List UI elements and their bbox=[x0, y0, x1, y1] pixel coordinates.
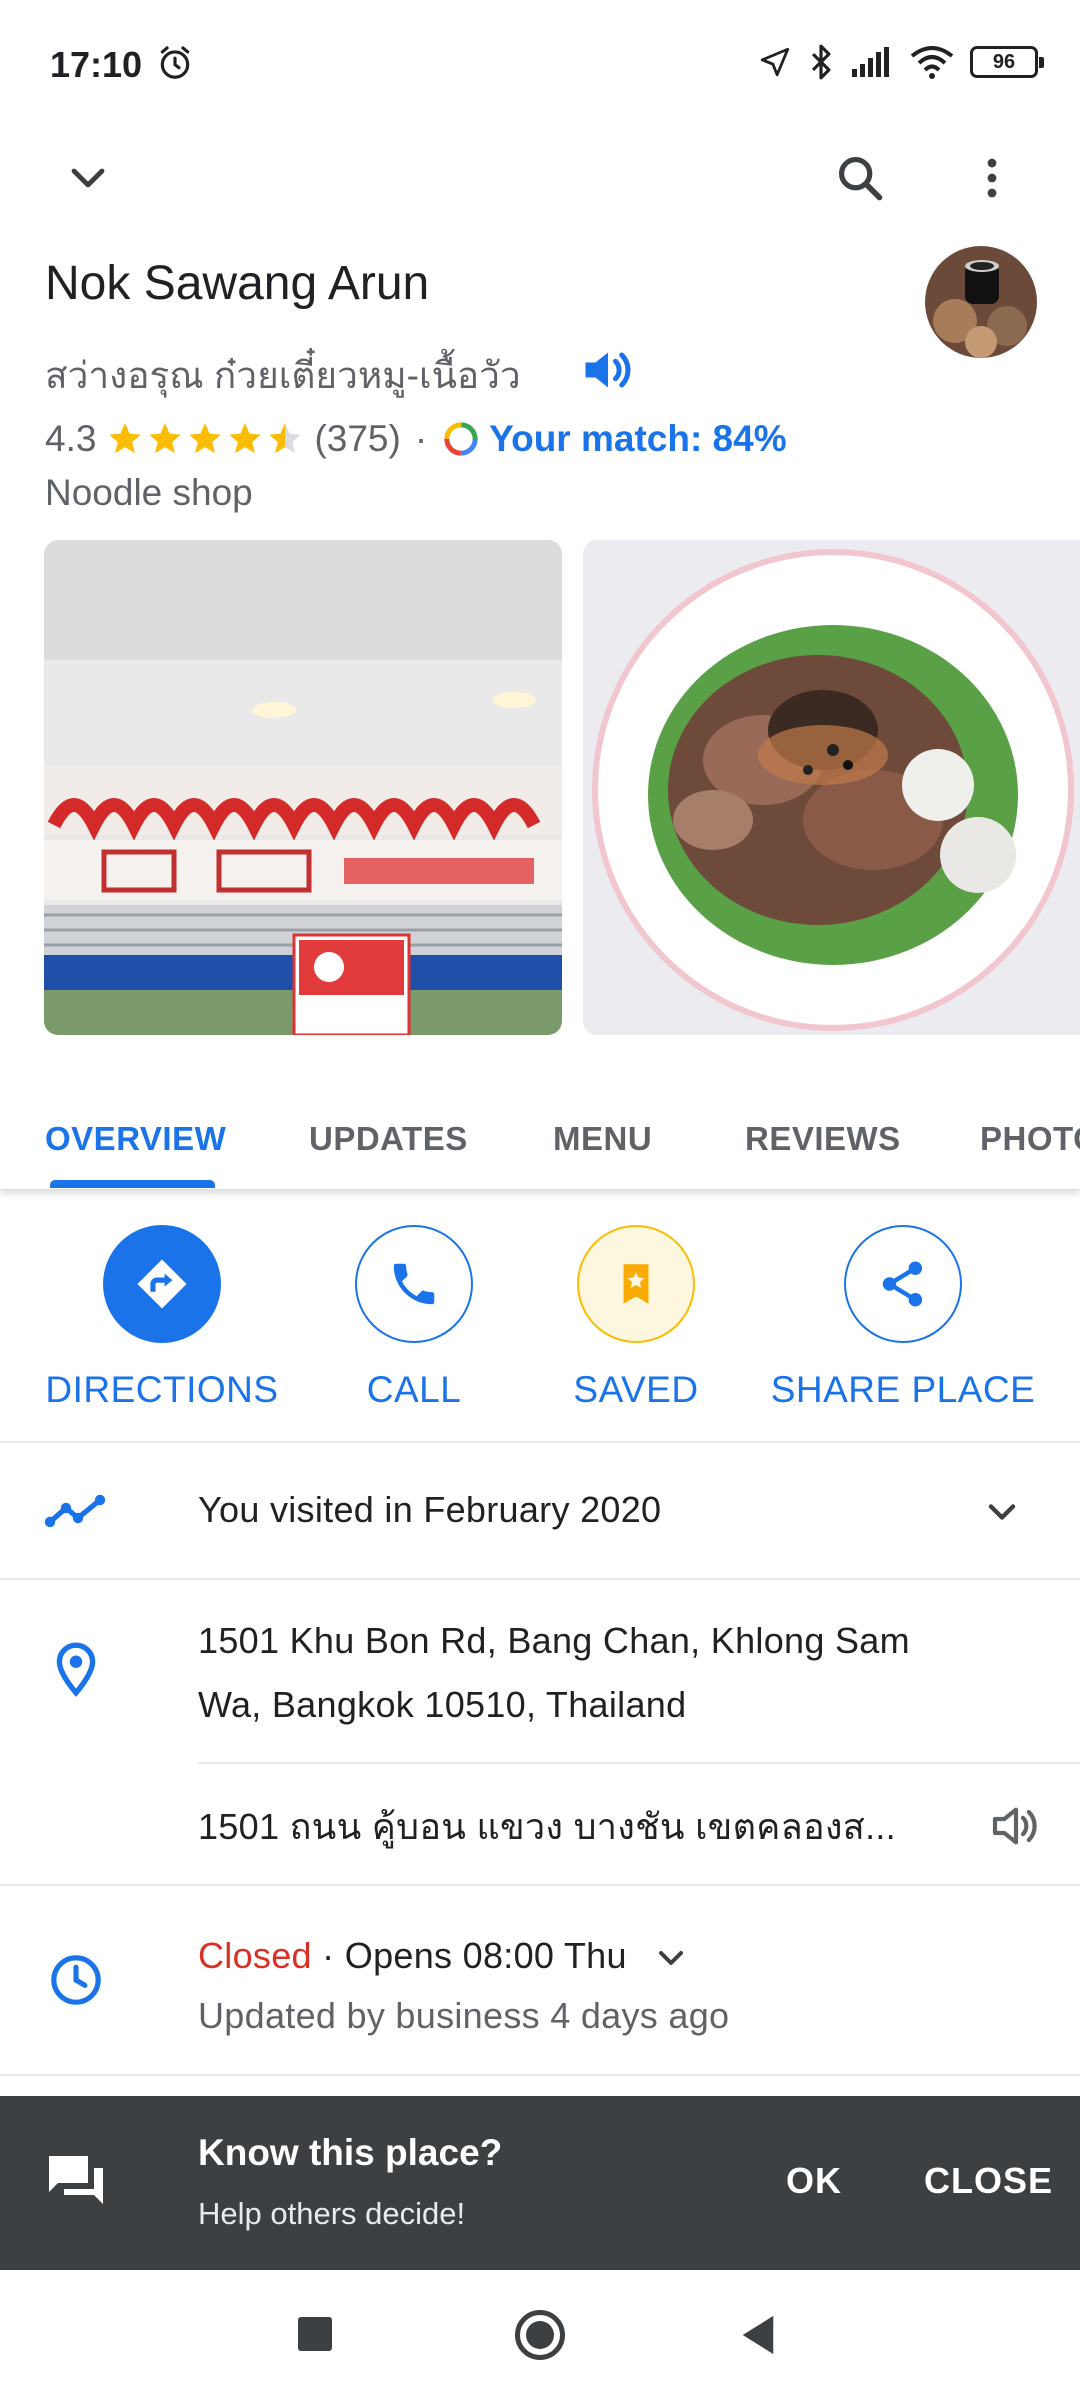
tab-reviews[interactable]: REVIEWS bbox=[745, 1120, 901, 1158]
more-vert-icon[interactable] bbox=[956, 142, 1028, 214]
place-title: Nok Sawang Arun bbox=[45, 257, 430, 310]
chevron-down-icon[interactable] bbox=[966, 1476, 1038, 1548]
divider bbox=[0, 1441, 1080, 1443]
wifi-icon bbox=[910, 46, 954, 79]
photo-noodle-bowl[interactable] bbox=[583, 540, 1080, 1035]
bluetooth-icon bbox=[811, 44, 831, 80]
rating-row: 4.3 (375) · Your match: 84% bbox=[45, 414, 787, 464]
divider bbox=[198, 1762, 1080, 1764]
directions-button[interactable]: DIRECTIONS bbox=[32, 1225, 292, 1411]
share-place-label: SHARE PLACE bbox=[770, 1369, 1036, 1410]
alarm-icon bbox=[160, 46, 190, 79]
star-icon bbox=[109, 423, 142, 454]
google-match-icon bbox=[444, 422, 478, 456]
know-this-place-snackbar: Know this place? Help others decide! OK … bbox=[0, 2096, 1080, 2270]
status-time: 17:10 bbox=[50, 44, 143, 85]
opens-time: · Opens 08:00 Thu bbox=[311, 1935, 627, 1976]
hours-updated: Updated by business 4 days ago bbox=[198, 1995, 730, 2036]
signal-icon bbox=[852, 47, 889, 77]
directions-icon bbox=[103, 1225, 221, 1343]
location-arrow-icon bbox=[760, 47, 790, 77]
star-icon bbox=[149, 423, 182, 454]
home-button[interactable] bbox=[515, 2310, 565, 2360]
close-button[interactable]: CLOSE bbox=[924, 2160, 1053, 2202]
battery-indicator: 96 bbox=[970, 46, 1044, 78]
speaker-icon[interactable] bbox=[578, 340, 638, 400]
review-count[interactable]: (375) bbox=[314, 418, 400, 460]
tab-bar: OVERVIEW UPDATES MENU REVIEWS PHOTOS bbox=[0, 1080, 1080, 1190]
recents-button[interactable] bbox=[298, 2317, 332, 2351]
divider bbox=[0, 1884, 1080, 1886]
closed-status: Closed bbox=[198, 1935, 312, 1976]
feedback-icon bbox=[40, 2144, 112, 2216]
place-avatar[interactable] bbox=[925, 246, 1037, 358]
rating-separator: · bbox=[414, 418, 428, 459]
tab-updates[interactable]: UPDATES bbox=[309, 1120, 468, 1158]
rating-value: 4.3 bbox=[45, 418, 97, 459]
status-bar: 17:10 96 bbox=[0, 0, 1080, 130]
snackbar-title: Know this place? bbox=[198, 2132, 503, 2173]
location-pin-icon bbox=[40, 1634, 112, 1706]
back-button[interactable] bbox=[738, 2314, 778, 2356]
place-category: Noodle shop bbox=[45, 472, 253, 513]
star-icon bbox=[229, 423, 262, 454]
ok-button[interactable]: OK bbox=[786, 2160, 842, 2202]
address-line-2: Wa, Bangkok 10510, Thailand bbox=[198, 1684, 687, 1725]
address-line-1: 1501 Khu Bon Rd, Bang Chan, Khlong Sam bbox=[198, 1620, 910, 1661]
directions-label: DIRECTIONS bbox=[45, 1369, 279, 1410]
share-icon bbox=[844, 1225, 962, 1343]
bookmark-star-icon bbox=[577, 1225, 695, 1343]
visited-text: You visited in February 2020 bbox=[198, 1489, 662, 1530]
share-place-button[interactable]: SHARE PLACE bbox=[770, 1225, 1036, 1411]
tab-overview[interactable]: OVERVIEW bbox=[45, 1120, 226, 1158]
search-icon[interactable] bbox=[824, 142, 896, 214]
star-rating bbox=[106, 420, 304, 458]
phone-icon bbox=[355, 1225, 473, 1343]
clock-icon bbox=[40, 1944, 112, 2016]
tab-menu[interactable]: MENU bbox=[553, 1120, 652, 1158]
tab-photos[interactable]: PHOTOS bbox=[980, 1120, 1080, 1158]
timeline-icon bbox=[40, 1476, 112, 1548]
tab-indicator bbox=[50, 1180, 215, 1188]
hours-status-line: Closed · Opens 08:00 Thu bbox=[198, 1924, 691, 1988]
battery-level: 96 bbox=[992, 50, 1016, 73]
place-local-name: สว่างอรุณ ก๋วยเตี๋ยวหมู-เนื้อวัว bbox=[45, 355, 521, 396]
call-button[interactable]: CALL bbox=[284, 1225, 544, 1411]
snackbar-subtitle: Help others decide! bbox=[198, 2196, 466, 2231]
your-match[interactable]: Your match: 84% bbox=[489, 418, 786, 460]
photo-storefront[interactable] bbox=[44, 540, 562, 1035]
star-icon bbox=[189, 423, 222, 454]
chevron-down-icon[interactable] bbox=[52, 142, 124, 214]
speaker-icon[interactable] bbox=[980, 1790, 1052, 1862]
divider bbox=[0, 2074, 1080, 2076]
status-icons: 96 bbox=[758, 42, 1044, 82]
chevron-down-icon[interactable] bbox=[651, 1938, 691, 1978]
half-star-icon bbox=[269, 423, 302, 454]
saved-button[interactable]: SAVED bbox=[506, 1225, 766, 1411]
call-label: CALL bbox=[366, 1369, 462, 1410]
local-address: 1501 ถนน คู้บอน แขวง บางชัน เขตคลองส... bbox=[198, 1806, 896, 1847]
saved-label: SAVED bbox=[573, 1369, 699, 1410]
system-nav-bar bbox=[0, 2270, 1080, 2400]
divider bbox=[0, 1578, 1080, 1580]
